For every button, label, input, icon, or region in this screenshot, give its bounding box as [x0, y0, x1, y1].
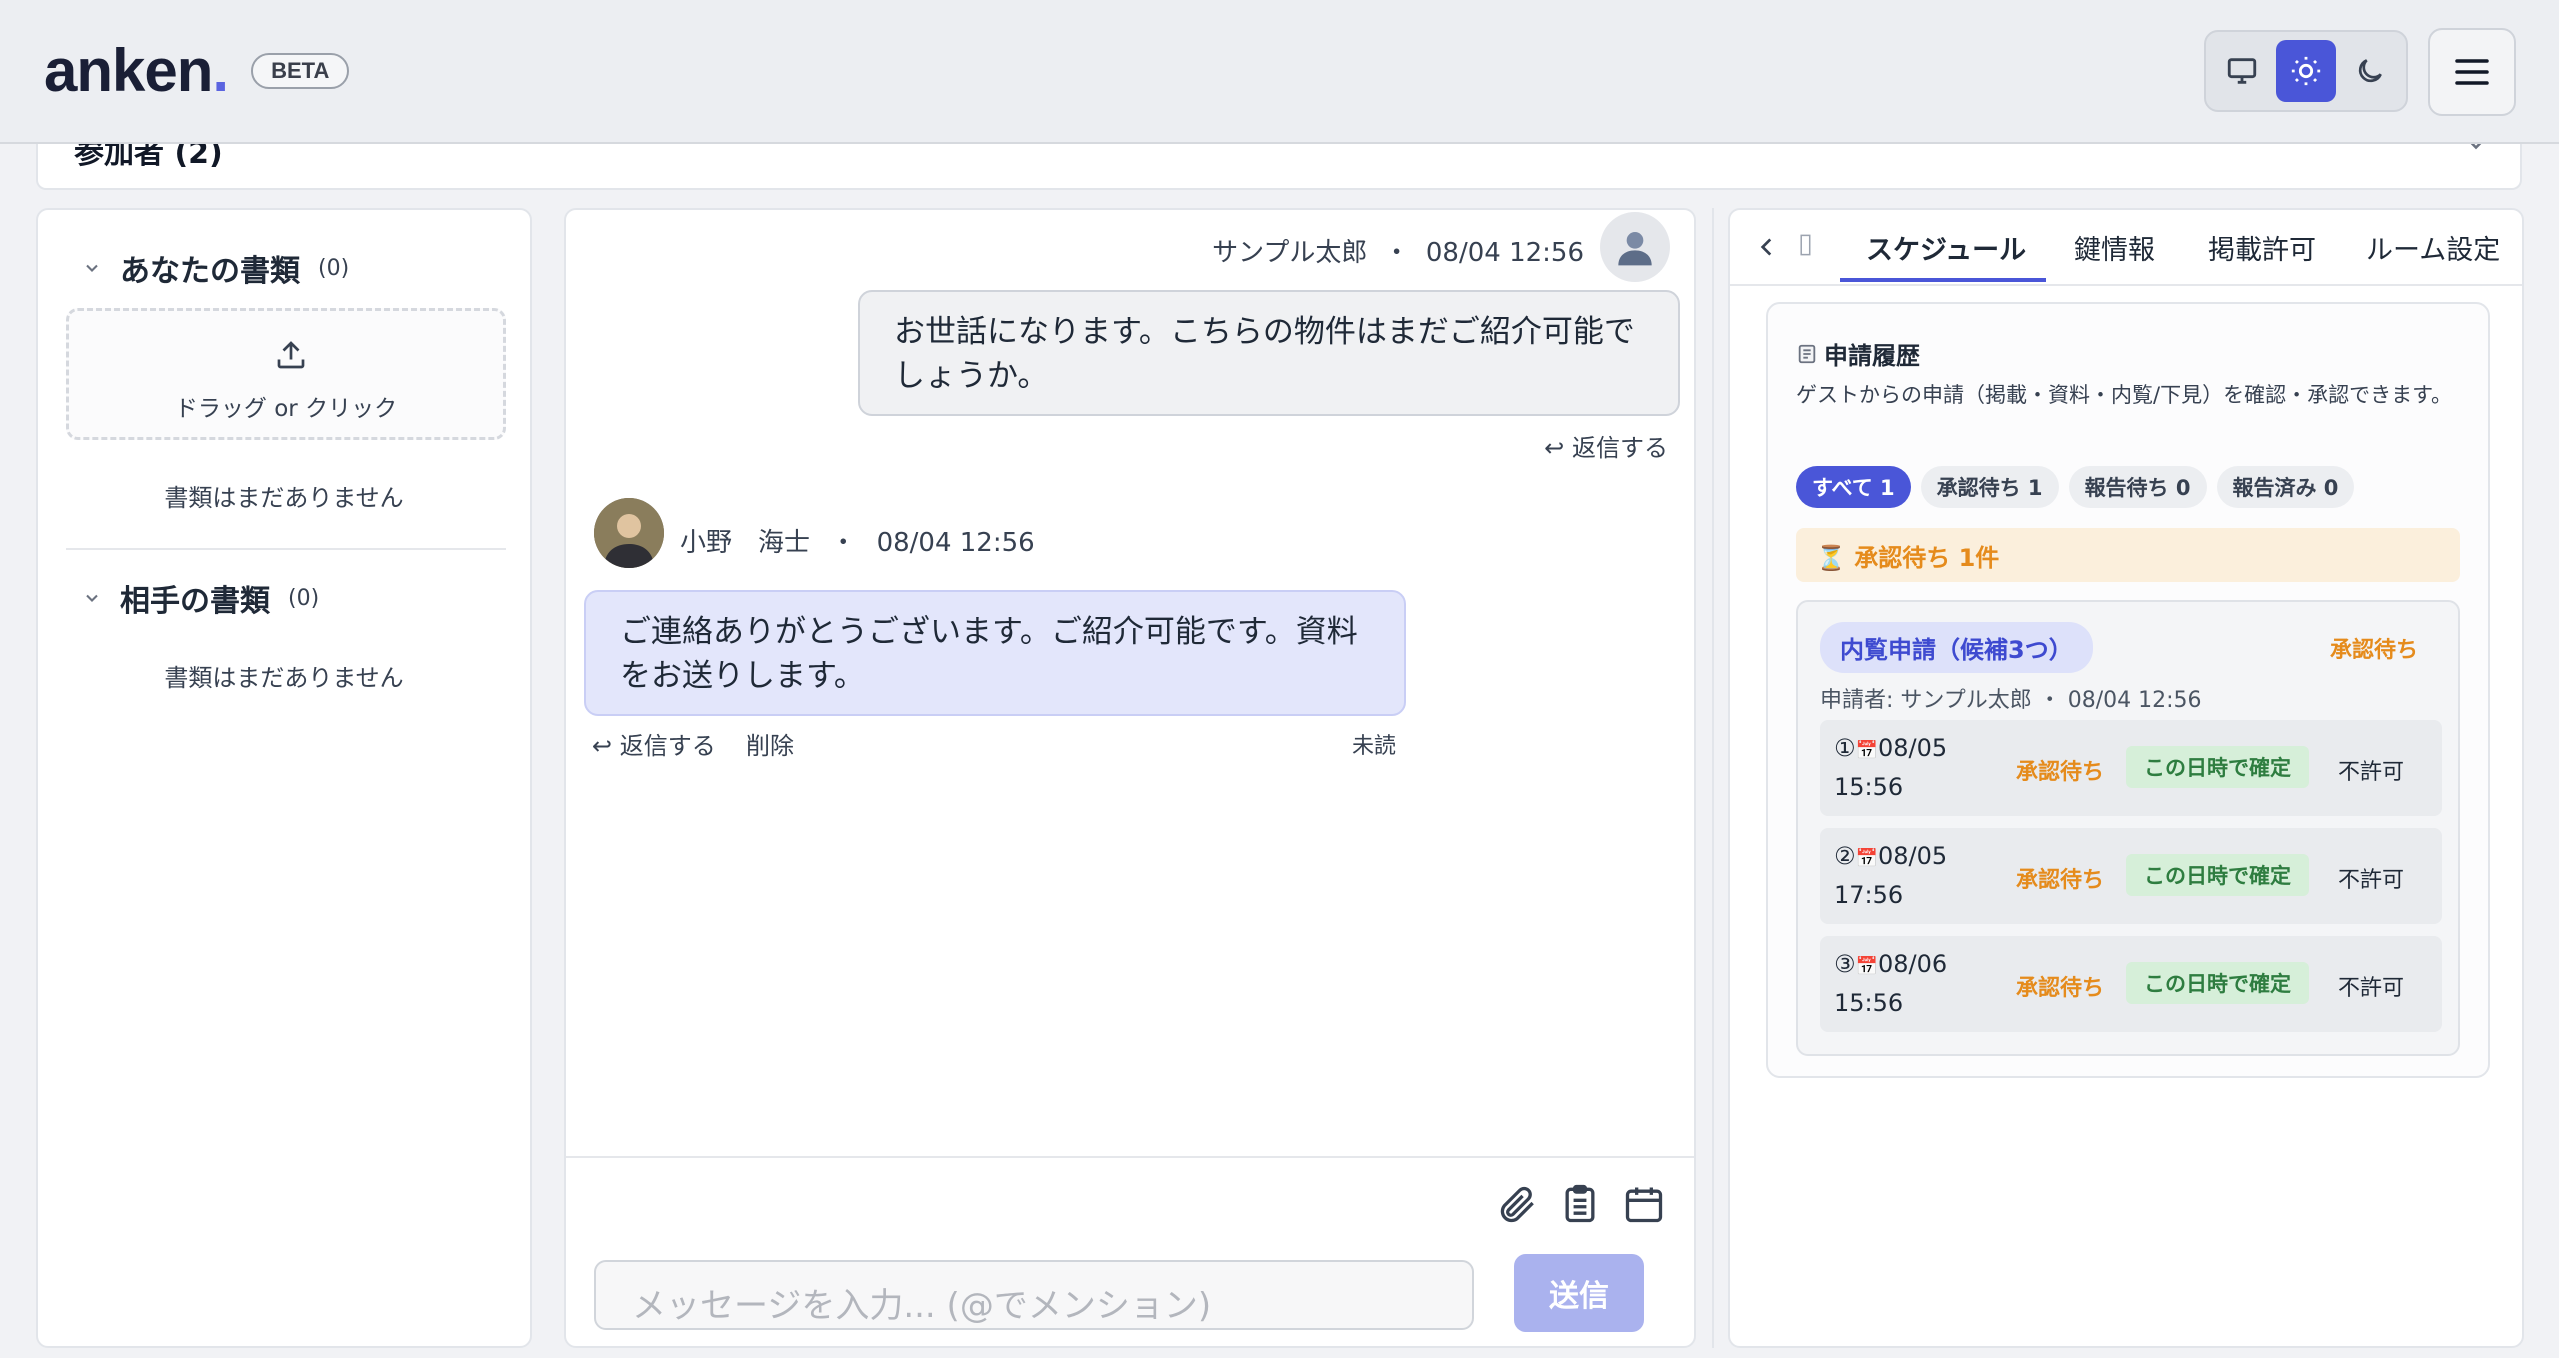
- message-meta: 小野 海士 ・ 08/04 12:56: [680, 528, 1035, 558]
- deny-slot-button[interactable]: 不許可: [2338, 862, 2404, 894]
- tab-listing-permission[interactable]: 掲載許可: [2208, 228, 2316, 267]
- calendar-icon: 📅: [1855, 848, 1878, 869]
- beta-badge: BETA: [251, 52, 350, 89]
- menu-button[interactable]: [2428, 28, 2516, 116]
- brand-name: anken: [44, 37, 213, 104]
- request-type-badge: 内覧申請（候補3つ）: [1820, 622, 2093, 673]
- dropzone-label: ドラッグ or クリック: [174, 396, 398, 422]
- moon-icon: [2358, 59, 2382, 83]
- composer-divider: [566, 1156, 1694, 1158]
- their-documents-title: 相手の書類: [120, 584, 270, 619]
- their-documents-header[interactable]: 相手の書類 (0): [82, 576, 319, 620]
- slot-datetime: ③📅08/06 15:56: [1834, 950, 1948, 1017]
- tab-key-info[interactable]: 鍵情報: [2074, 228, 2155, 267]
- user-icon: [1618, 232, 1652, 266]
- notepad-icon: [1798, 344, 1816, 363]
- request-status: 承認待ち: [2329, 638, 2418, 663]
- sender-name: サンプル太郎: [1212, 238, 1368, 268]
- message-input[interactable]: メッセージを入力... (@でメンション): [594, 1260, 1474, 1330]
- hourglass-icon: ⏳: [1816, 544, 1846, 572]
- brand-logo[interactable]: anken. BETA: [44, 36, 350, 105]
- clipboard-icon[interactable]: [1558, 1182, 1602, 1226]
- tab-overflow[interactable]: ▯: [1798, 228, 1813, 259]
- deny-slot-button[interactable]: 不許可: [2338, 754, 2404, 786]
- hamburger-icon: [2455, 59, 2489, 85]
- reply-button[interactable]: ↩ 返信する: [1544, 428, 1668, 463]
- their-documents-empty: 書類はまだありません: [164, 664, 404, 692]
- sun-icon: [2291, 56, 2321, 86]
- my-documents-title: あなたの書類: [120, 254, 300, 289]
- candidate-slot: ①📅08/05 15:56 承認待ち この日時で確定 不許可: [1820, 720, 2442, 816]
- candidate-slot: ②📅08/05 17:56 承認待ち この日時で確定 不許可: [1820, 828, 2442, 924]
- brand-dot: .: [212, 37, 230, 104]
- filter-pending-report[interactable]: 報告待ち 0: [2068, 466, 2207, 508]
- calendar-icon: 📅: [1855, 740, 1878, 761]
- my-documents-empty: 書類はまだありません: [164, 484, 404, 512]
- slot-status: 承認待ち: [2016, 868, 2105, 893]
- slot-status: 承認待ち: [2016, 976, 2105, 1001]
- paperclip-icon[interactable]: [1496, 1182, 1540, 1226]
- message-bubble: お世話になります。こちらの物件はまだご紹介可能でしょうか。: [858, 290, 1680, 416]
- filter-reported[interactable]: 報告済み 0: [2216, 466, 2355, 508]
- chat-panel: サンプル太郎 ・ 08/04 12:56 お世話になります。こちらの物件はまだご…: [564, 208, 1696, 1348]
- avatar: [1600, 212, 1670, 282]
- pending-banner: ⏳ 承認待ち 1件: [1796, 528, 2460, 582]
- their-documents-count: (0): [288, 585, 320, 611]
- tab-room-settings[interactable]: ルーム設定: [2366, 228, 2500, 267]
- message-time: 08/04 12:56: [876, 528, 1035, 558]
- candidate-slot: ③📅08/06 15:56 承認待ち この日時で確定 不許可: [1820, 936, 2442, 1032]
- request-applicant: 申請者: サンプル太郎 ・ 08/04 12:56: [1820, 688, 2202, 713]
- history-title: 申請履歴: [1796, 336, 1920, 371]
- request-history-card: 申請履歴 ゲストからの申請（掲載・資料・内覧/下見）を確認・承認できます。 すべ…: [1766, 302, 2490, 1078]
- my-documents-header[interactable]: あなたの書類 (0): [82, 246, 349, 290]
- tab-schedule[interactable]: スケジュール: [1866, 228, 2026, 267]
- slot-status: 承認待ち: [2016, 760, 2105, 785]
- filter-all[interactable]: すべて 1: [1796, 466, 1911, 508]
- message-time: 08/04 12:56: [1425, 238, 1584, 268]
- calendar-icon: 📅: [1855, 956, 1878, 977]
- slot-datetime: ②📅08/05 17:56: [1834, 842, 1948, 909]
- calendar-icon[interactable]: [1622, 1182, 1666, 1226]
- message-meta: サンプル太郎 ・ 08/04 12:56: [1212, 238, 1584, 268]
- panel-splitter[interactable]: [1712, 208, 1714, 1348]
- read-status: 未読: [1352, 734, 1397, 759]
- documents-panel: あなたの書類 (0) ドラッグ or クリック 書類はまだありません 相手の書類…: [36, 208, 532, 1348]
- filter-pending-approval[interactable]: 承認待ち 1: [1920, 466, 2059, 508]
- chevron-down-icon: [86, 264, 98, 272]
- request-item: 内覧申請（候補3つ） 承認待ち 申請者: サンプル太郎 ・ 08/04 12:5…: [1796, 600, 2460, 1056]
- upload-icon: [277, 341, 305, 369]
- deny-slot-button[interactable]: 不許可: [2338, 970, 2404, 1002]
- chevron-down-icon: [86, 594, 98, 602]
- theme-system-button[interactable]: [2212, 40, 2272, 102]
- theme-light-button[interactable]: [2276, 40, 2336, 102]
- tab-bar: ▯ スケジュール 鍵情報 掲載許可 ルーム設定: [1730, 210, 2522, 286]
- history-description: ゲストからの申請（掲載・資料・内覧/下見）を確認・承認できます。: [1796, 383, 2452, 407]
- upload-dropzone[interactable]: ドラッグ or クリック: [66, 308, 506, 440]
- filter-chips: すべて 1 承認待ち 1 報告待ち 0 報告済み 0: [1796, 466, 2355, 508]
- active-tab-indicator: [1840, 278, 2046, 282]
- person-photo-icon: [594, 498, 664, 568]
- section-divider: [66, 548, 506, 550]
- sender-name: 小野 海士: [680, 528, 811, 558]
- delete-button[interactable]: 削除: [746, 726, 794, 761]
- theme-dark-button[interactable]: [2340, 40, 2400, 102]
- chevron-left-icon[interactable]: [1754, 232, 1780, 262]
- my-documents-count: (0): [318, 255, 350, 281]
- avatar: [594, 498, 664, 568]
- confirm-slot-button[interactable]: この日時で確定: [2126, 962, 2309, 1004]
- monitor-icon: [2227, 58, 2257, 84]
- confirm-slot-button[interactable]: この日時で確定: [2126, 854, 2309, 896]
- slot-datetime: ①📅08/05 15:56: [1834, 734, 1948, 801]
- app-header: anken. BETA: [0, 0, 2559, 144]
- reply-button[interactable]: ↩ 返信する: [592, 726, 716, 761]
- message-bubble: ご連絡ありがとうございます。ご紹介可能です。資料をお送りします。: [584, 590, 1406, 716]
- side-panel: ▯ スケジュール 鍵情報 掲載許可 ルーム設定 申請履歴 ゲストからの申請（掲載…: [1728, 208, 2524, 1348]
- theme-toggle: [2204, 30, 2408, 112]
- send-button[interactable]: 送信: [1514, 1254, 1644, 1332]
- confirm-slot-button[interactable]: この日時で確定: [2126, 746, 2309, 788]
